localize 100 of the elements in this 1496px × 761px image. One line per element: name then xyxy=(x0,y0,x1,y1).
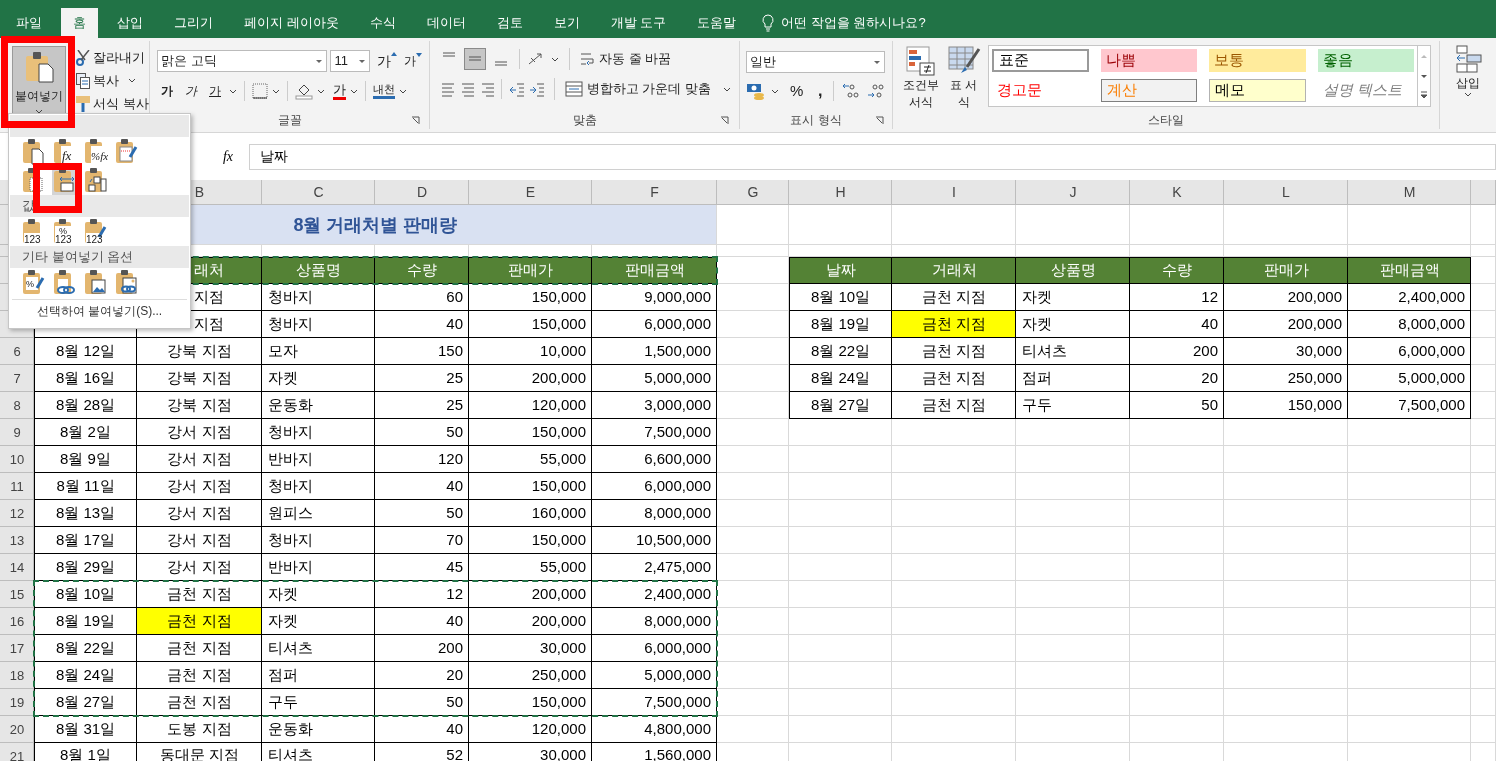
increase-indent-icon[interactable] xyxy=(528,80,544,98)
grid-cell xyxy=(1471,554,1496,581)
decrease-decimal-icon[interactable] xyxy=(866,82,887,100)
cell-style-option[interactable]: 좋음 xyxy=(1317,49,1414,72)
grid-cell xyxy=(1471,257,1496,284)
cell-style-option[interactable]: 메모 xyxy=(1209,78,1306,102)
borders-icon[interactable] xyxy=(252,83,268,99)
ribbon-tab[interactable]: 홈 xyxy=(61,8,98,38)
phonetic-guide-button[interactable]: 내천 xyxy=(373,83,395,99)
column-header[interactable]: L xyxy=(1224,180,1348,205)
table-cell: 120,000 xyxy=(469,716,592,743)
row-header[interactable]: 9 xyxy=(0,419,34,446)
bold-button[interactable]: 가 xyxy=(157,82,177,100)
ribbon-tab[interactable]: 삽입 xyxy=(105,8,155,38)
row-header[interactable]: 15 xyxy=(0,581,34,608)
fill-color-icon[interactable] xyxy=(295,82,313,100)
row-header[interactable]: 7 xyxy=(0,365,34,392)
dialog-launcher-icon[interactable] xyxy=(720,115,729,125)
ribbon-tab[interactable]: 검토 xyxy=(484,8,535,38)
column-header[interactable]: I xyxy=(892,180,1016,205)
cell-style-option[interactable]: 나쁨 xyxy=(1100,49,1197,72)
row-header[interactable]: 12 xyxy=(0,500,34,527)
format-as-table-button[interactable]: 표 서식 xyxy=(945,45,982,111)
column-header[interactable]: M xyxy=(1348,180,1471,205)
tell-me-field[interactable]: 어떤 작업을 원하시나요? xyxy=(781,13,926,33)
column-header[interactable]: C xyxy=(262,180,375,205)
cell-style-option[interactable]: 표준 xyxy=(992,49,1089,72)
column-header[interactable]: K xyxy=(1130,180,1224,205)
table-cell: 8월 31일 xyxy=(34,716,137,743)
font-color-button[interactable]: 가 xyxy=(333,82,346,100)
insert-function-button[interactable]: fx xyxy=(215,146,241,167)
cell-style-option[interactable]: 보통 xyxy=(1209,49,1306,72)
table-cell: 55,000 xyxy=(469,554,592,581)
ribbon-tab[interactable]: 데이터 xyxy=(414,8,478,38)
paste-formatting-button[interactable]: % xyxy=(21,268,47,297)
wrap-text-button[interactable]: 자동 줄 바꿈 xyxy=(580,49,672,69)
row-header[interactable]: 13 xyxy=(0,527,34,554)
row-header[interactable]: 20 xyxy=(0,716,34,743)
cut-button[interactable]: 잘라내기 xyxy=(76,46,149,69)
paste-formatting-button[interactable] xyxy=(114,137,140,166)
ribbon-tab[interactable]: 개발 도구 xyxy=(598,8,679,38)
paste-values-button[interactable]: 123 xyxy=(83,217,109,246)
ribbon-tab[interactable]: 도움말 xyxy=(685,8,749,38)
group-label: 표시 형식 xyxy=(790,112,842,129)
formula-field[interactable]: 날짜 xyxy=(249,143,1496,170)
paste-formulas-button[interactable]: fx xyxy=(52,137,78,166)
dialog-launcher-icon[interactable] xyxy=(875,115,884,125)
ribbon-tab[interactable]: 페이지 레이아웃 xyxy=(232,8,351,38)
table-cell: 자켓 xyxy=(262,581,375,608)
column-header[interactable]: D xyxy=(375,180,469,205)
row-header[interactable]: 18 xyxy=(0,662,34,689)
merge-center-button[interactable]: 병합하고 가운데 맞춤 xyxy=(564,79,731,99)
paste-values-button[interactable]: 123 xyxy=(21,217,47,246)
paste-button[interactable] xyxy=(21,137,47,166)
ribbon-tab[interactable]: 그리기 xyxy=(162,8,225,38)
row-header[interactable]: 17 xyxy=(0,635,34,662)
table-cell: 5,000,000 xyxy=(592,662,717,689)
dialog-launcher-icon[interactable] xyxy=(411,115,420,125)
paste-values-button[interactable]: % 123 xyxy=(52,217,78,246)
comma-button[interactable]: , xyxy=(814,79,827,103)
row-header[interactable]: 16 xyxy=(0,608,34,635)
table-cell: 8월 9일 xyxy=(34,446,137,473)
column-header[interactable]: G xyxy=(717,180,789,205)
row-header[interactable]: 19 xyxy=(0,689,34,716)
percent-button[interactable]: % xyxy=(789,79,804,103)
ribbon-tab[interactable]: 보기 xyxy=(541,8,592,38)
column-header[interactable]: H xyxy=(789,180,892,205)
grow-font-button[interactable]: 가 xyxy=(377,50,397,72)
column-header[interactable]: J xyxy=(1016,180,1130,205)
paste-linked-picture-button[interactable] xyxy=(114,268,140,297)
ribbon-tab[interactable]: 수식 xyxy=(357,8,408,38)
table-cell: 강북 지점 xyxy=(137,338,262,365)
paste-formulas-button[interactable]: %fx xyxy=(83,137,109,166)
row-header[interactable]: 8 xyxy=(0,392,34,419)
paste-picture-button[interactable] xyxy=(83,268,109,297)
row-header[interactable]: 11 xyxy=(0,473,34,500)
paste-transpose-button[interactable] xyxy=(83,166,109,195)
underline-button[interactable]: 가 xyxy=(205,82,225,100)
row-header[interactable]: 21 xyxy=(0,743,34,761)
paste-special-item[interactable]: 선택하여 붙여넣기(S)... xyxy=(10,300,189,322)
row-header[interactable]: 14 xyxy=(0,554,34,581)
number-format-field[interactable]: 일반 xyxy=(746,51,885,73)
paste-link-button[interactable] xyxy=(52,268,78,297)
row-header[interactable]: 6 xyxy=(0,338,34,365)
insert-button[interactable]: 삽입 xyxy=(1453,44,1483,104)
column-header[interactable]: E xyxy=(469,180,592,205)
table-cell: 200,000 xyxy=(1224,311,1348,338)
row-header[interactable]: 10 xyxy=(0,446,34,473)
table-cell: 6,000,000 xyxy=(592,635,717,662)
increase-decimal-icon[interactable] xyxy=(841,82,862,100)
format-painter-button[interactable]: 서식 복사 xyxy=(76,92,149,115)
ribbon-tab[interactable]: 파일 xyxy=(4,8,54,38)
shrink-font-button[interactable]: 가 xyxy=(404,52,422,70)
italic-button[interactable]: 가 xyxy=(181,82,201,100)
currency-icon[interactable] xyxy=(746,82,766,100)
font-name-field[interactable]: 맑은 고딕 xyxy=(157,50,328,72)
column-header[interactable]: F xyxy=(592,180,717,205)
font-size-field[interactable]: 11 xyxy=(330,50,370,72)
copy-button[interactable]: 복사 xyxy=(76,69,149,92)
conditional-formatting-button[interactable]: 조건부 서식 xyxy=(901,45,942,111)
